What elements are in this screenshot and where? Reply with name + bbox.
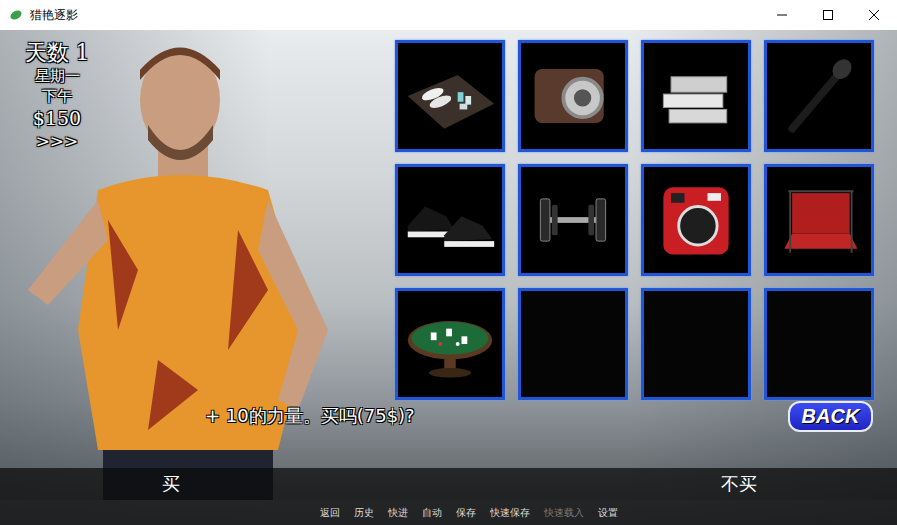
shop-item[interactable] [395,40,505,152]
game-screen: 天数 1星期一下午$150>>> + 10的力量。买吗(75$)? BACK 买 不买返… [0,30,897,525]
empty-slot [641,288,751,400]
back-button[interactable]: BACK [788,401,873,432]
maximize-button[interactable] [805,0,851,30]
shop-grid [395,40,874,400]
dialogue-row: + 10的力量。买吗(75$)? BACK [0,400,897,432]
time-of-day: 下午 [42,86,72,106]
window-title: 猎艳逐影 [30,7,78,24]
towels-icon [402,48,498,144]
empty-slot [518,288,628,400]
title-bar: 猎艳逐影 [0,0,897,30]
backdrop-icon [771,172,867,268]
shop-item[interactable] [518,40,628,152]
minimize-icon [777,10,787,20]
close-icon [869,10,879,20]
shop-item[interactable] [641,40,751,152]
empty-slot [764,288,874,400]
camera-icon [525,48,621,144]
quick-menu-item[interactable]: 快进 [388,506,408,520]
dialogue-text: + 10的力量。买吗(75$)? [205,404,415,428]
quick-menu: 返回历史快进自动保存快速保存快速载入设置 [0,500,897,525]
shop-item[interactable] [764,40,874,152]
quick-menu-item: 快速载入 [544,506,584,520]
top-section: 天数 1星期一下午$150>>> [0,30,897,400]
quick-menu-item[interactable]: 返回 [320,506,340,520]
choice-button[interactable]: 买 [162,472,180,496]
minimize-button[interactable] [759,0,805,30]
books-icon [648,48,744,144]
microphone-icon [771,48,867,144]
sneakers-icon [402,172,498,268]
stats-panel: 天数 1星期一下午$150>>> [12,40,102,400]
quick-menu-item[interactable]: 保存 [456,506,476,520]
shop-item[interactable] [395,288,505,400]
poker-table-icon [402,296,498,392]
instant-camera-icon [648,172,744,268]
quick-menu-item[interactable]: 自动 [422,506,442,520]
quick-menu-item[interactable]: 设置 [598,506,618,520]
close-button[interactable] [851,0,897,30]
shop-item[interactable] [641,164,751,276]
quick-menu-item[interactable]: 快速保存 [490,506,530,520]
quick-menu-item[interactable]: 历史 [354,506,374,520]
skip-time-button[interactable]: >>> [36,130,79,152]
shop-item[interactable] [764,164,874,276]
game-window: 猎艳逐影天数 1星期一下午$150>>> + 10的力量。买吗(75$)? BACK… [0,0,897,525]
shop-item[interactable] [518,164,628,276]
weekday: 星期一 [35,66,80,86]
dumbbell-icon [525,172,621,268]
money: $150 [33,106,81,130]
maximize-icon [823,10,833,20]
shop-item[interactable] [395,164,505,276]
leaf-icon [8,7,24,23]
day-counter: 天数 1 [25,40,90,66]
choice-bar: 买 不买 [0,468,897,500]
choice-button[interactable]: 不买 [721,472,757,496]
